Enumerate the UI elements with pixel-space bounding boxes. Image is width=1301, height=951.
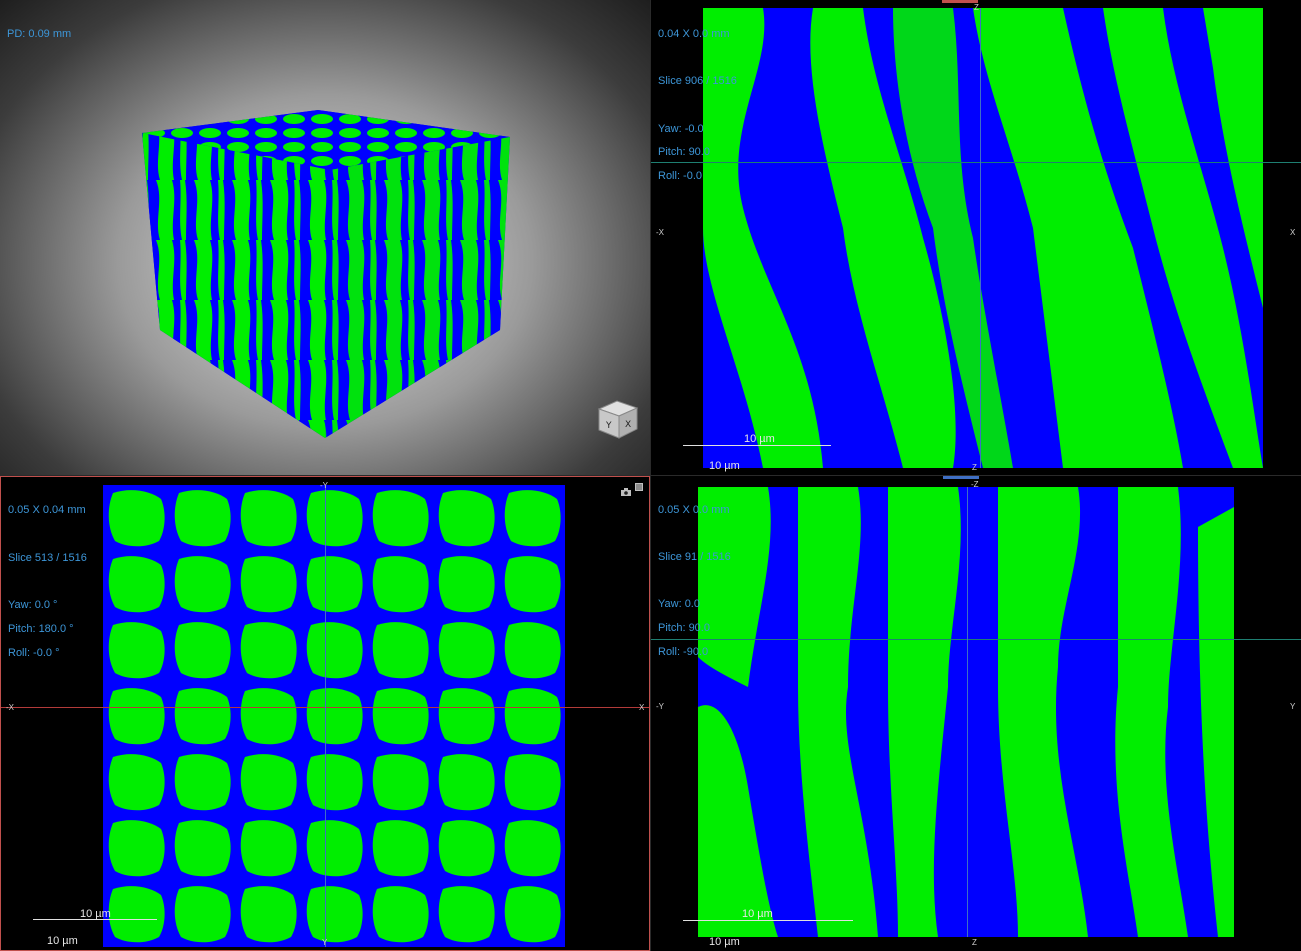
- crosshair-vertical[interactable]: [980, 8, 981, 468]
- slice-xy-index: Slice 513 / 1516: [8, 552, 87, 564]
- crosshair-vertical[interactable]: [325, 485, 326, 947]
- slice-xy-pitch: Pitch: 180.0 °: [8, 623, 74, 635]
- scale-bar-label-secondary: 10 µm: [709, 460, 740, 472]
- slice-yz-dims: 0.05 X 0.0 mm: [658, 504, 730, 516]
- scale-bar: [683, 445, 831, 446]
- volume-cube-render[interactable]: [0, 0, 650, 475]
- slice-xy-pane[interactable]: 0.05 X 0.04 mm Slice 513 / 1516 Yaw: 0.0…: [0, 476, 650, 951]
- axis-label-left: -X: [656, 228, 664, 237]
- axis-label-bottom: Y: [322, 938, 328, 947]
- axis-label-bottom: Z: [972, 938, 977, 947]
- scale-bar: [683, 920, 853, 921]
- slice-xz-pitch: Pitch: 90.0: [658, 146, 710, 158]
- scale-bar-label: 10 µm: [80, 908, 111, 920]
- slice-yz-roll: Roll: -90.0: [658, 646, 709, 658]
- slice-yz-index: Slice 91 / 1516: [658, 551, 731, 563]
- maximize-icon[interactable]: [635, 483, 643, 491]
- axis-label-right: X: [1290, 228, 1296, 237]
- axis-label-top: Z: [974, 3, 979, 12]
- divider-horizontal[interactable]: [0, 475, 1301, 476]
- slice-xy-dims: 0.05 X 0.04 mm: [8, 504, 86, 516]
- svg-text:Y: Y: [605, 421, 612, 431]
- active-view-marker: [942, 0, 978, 3]
- slice-yz-pane[interactable]: 0.05 X 0.0 mm Slice 91 / 1516 Yaw: 0.0 P…: [651, 476, 1301, 951]
- view-cube-icon[interactable]: Y X: [595, 397, 641, 439]
- slice-xz-pane[interactable]: 0.04 X 0.0 mm Slice 906 / 1516 Yaw: -0.0…: [651, 0, 1301, 475]
- view-marker: [943, 476, 979, 479]
- slice-xz-dims: 0.04 X 0.0 mm: [658, 28, 730, 40]
- axis-label-bottom: Z: [972, 463, 977, 472]
- scale-bar-label: 10 µm: [742, 908, 773, 920]
- svg-text:X: X: [625, 420, 631, 430]
- slice-xy-image[interactable]: [103, 485, 565, 947]
- scale-bar-label-secondary: 10 µm: [47, 935, 78, 947]
- camera-icon[interactable]: [621, 483, 631, 496]
- axis-label-top: -Z: [971, 480, 979, 489]
- slice-yz-image[interactable]: [698, 487, 1234, 937]
- scale-bar-label-secondary: 10 µm: [709, 936, 740, 948]
- crosshair-vertical[interactable]: [967, 487, 968, 937]
- slice-yz-pitch: Pitch: 90.0: [658, 622, 710, 634]
- slice-xy-roll: Roll: -0.0 °: [8, 647, 60, 659]
- axis-label-top: -Y: [320, 481, 328, 490]
- view-3d-pane[interactable]: PD: 0.09 mm Y X: [0, 0, 650, 475]
- slice-xz-index: Slice 906 / 1516: [658, 75, 737, 87]
- axis-label-right: Y: [1290, 702, 1296, 711]
- axis-label-left: -X: [6, 703, 14, 712]
- slice-xz-image[interactable]: [703, 8, 1263, 468]
- slice-xz-roll: Roll: -0.0: [658, 170, 703, 182]
- crosshair-horizontal[interactable]: [651, 639, 1301, 640]
- slice-xz-yaw: Yaw: -0.0: [658, 123, 704, 135]
- crosshair-horizontal[interactable]: [651, 162, 1301, 163]
- slice-yz-yaw: Yaw: 0.0: [658, 598, 700, 610]
- slice-xy-yaw: Yaw: 0.0 °: [8, 599, 58, 611]
- scale-bar-label: 10 µm: [744, 433, 775, 445]
- axis-label-left: -Y: [656, 702, 664, 711]
- axis-label-right: X: [639, 703, 645, 712]
